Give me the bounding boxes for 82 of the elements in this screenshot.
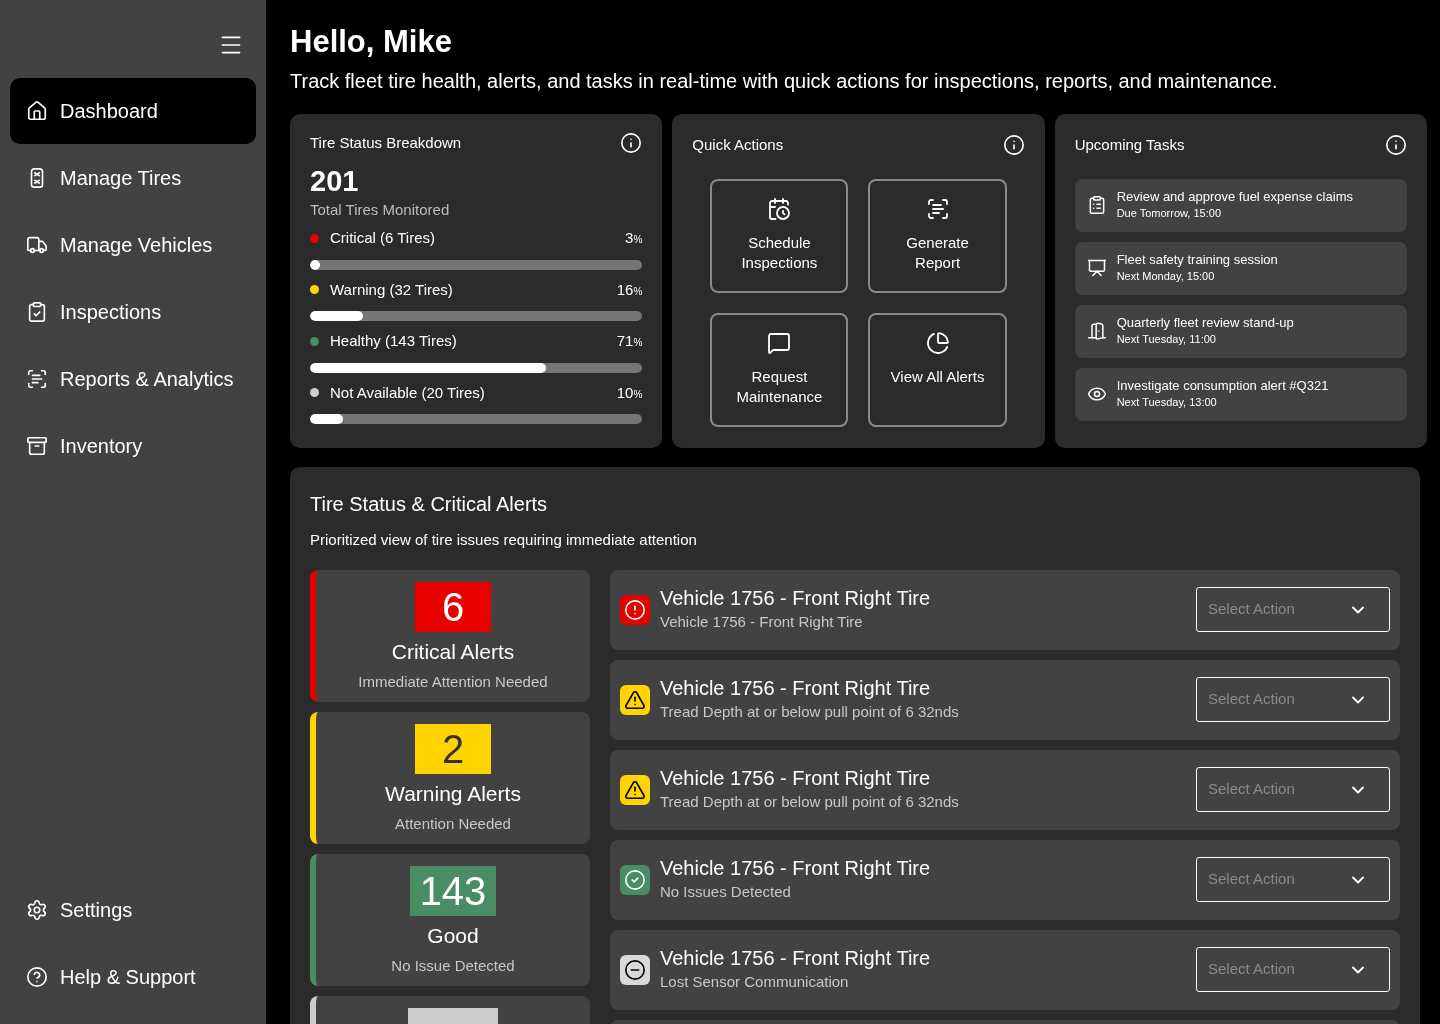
settings-icon [26, 899, 48, 921]
truck-icon [26, 234, 48, 256]
total-count: 201 [310, 163, 360, 199]
task-title: Fleet safety training session [1116, 251, 1278, 268]
alert-row[interactable]: Vehicle 1756 - Front Right Tire No Issues Detected Select Action [610, 839, 1400, 920]
nav-item[interactable]: Manage Tires [10, 145, 256, 211]
status-percent: 3% [625, 228, 643, 248]
info-icon[interactable] [620, 132, 643, 155]
pie-chart-icon [925, 330, 950, 355]
quick-action-button[interactable]: Generate Report [868, 178, 1007, 293]
status-label: Warning (32 Tires) [330, 279, 453, 300]
summary-sublabel: Immediate Attention Needed [358, 672, 548, 692]
presentation-icon [1086, 258, 1107, 278]
alert-detail: Vehicle 1756 - Front Right Tire [660, 612, 864, 633]
status-label: Not Available (20 Tires) [330, 382, 485, 403]
alert-detail: Tread Depth at or below pull point of 6 32nds [660, 702, 959, 723]
task-item[interactable]: Investigate consumption alert #Q321 Next Tuesday, 13:00 [1074, 367, 1407, 421]
house-icon [26, 100, 48, 122]
summary-label: Critical Alerts [391, 638, 515, 665]
task-time: Due Tomorrow, 15:00 [1116, 206, 1222, 221]
card-title: Quick Actions [692, 135, 784, 155]
nav-item[interactable]: Inventory [10, 413, 256, 479]
alert-detail: Lost Sensor Communication [660, 972, 850, 993]
task-title: Investigate consumption alert #Q321 [1116, 377, 1329, 394]
alert-title: Vehicle 1756 - Front Right Tire [660, 856, 931, 882]
nav-item[interactable]: Manage Vehicles [10, 212, 256, 278]
quick-action-button[interactable]: Schedule Inspections [710, 178, 849, 293]
task-item[interactable]: Review and approve fuel expense claims Due Tomorrow, 15:00 [1074, 178, 1407, 232]
panel-subtitle: Prioritized view of tire issues requiring immediate attention [310, 530, 698, 550]
help-icon [26, 966, 48, 988]
nav-item[interactable]: Settings [10, 877, 256, 943]
summary-label: Warning Alerts [385, 780, 521, 807]
total-label: Total Tires Monitored [310, 199, 451, 220]
count-badge: 2 [415, 723, 491, 774]
info-icon[interactable] [1385, 134, 1407, 157]
nav-item[interactable]: Reports & Analytics [10, 346, 256, 412]
nav-item[interactable]: Inspections [10, 279, 256, 345]
task-time: Next Monday, 15:00 [1116, 269, 1216, 284]
document-scan-icon [26, 368, 48, 390]
info-icon[interactable] [1002, 134, 1025, 157]
archive-box-icon [26, 435, 48, 457]
greeting-title: Hello, Mike [290, 23, 453, 61]
page-subtitle: Track fleet tire health, alerts, and tasks in real-time with quick actions for inspections, reports, and maintenance. [290, 69, 1279, 94]
task-title: Review and approve fuel expense claims [1116, 188, 1353, 205]
status-percent: 10% [616, 382, 643, 403]
door-icon [1086, 321, 1107, 341]
alert-title: Vehicle 1756 - Front Right Tire [660, 766, 932, 792]
alert-detail: No Issues Detected [660, 882, 792, 903]
eye-icon [1086, 384, 1107, 404]
alert-title: Vehicle 1756 - Front Right Tire [660, 676, 932, 702]
task-title: Quarterly fleet review stand-up [1116, 314, 1294, 331]
card-title: Tire Status Breakdown [310, 133, 462, 153]
task-item[interactable]: Fleet safety training session Next Monday, 15:00 [1074, 241, 1407, 295]
alert-row[interactable]: Vehicle 1756 - Front Right Tire Tread Depth at or below pull point of 6 32nds Select Action [610, 749, 1400, 830]
quick-action-button[interactable]: View All Alerts [868, 312, 1007, 427]
summary-label: Good [427, 922, 479, 949]
summary-sublabel: Attention Needed [395, 814, 511, 834]
panel-title: Tire Status & Critical Alerts [310, 492, 549, 517]
summary-sublabel: No Issue Detected [391, 956, 515, 976]
count-badge: 6 [415, 581, 491, 632]
alert-title: Vehicle 1756 - Front Right Tire [660, 946, 931, 972]
calendar-clock-icon [767, 196, 792, 221]
status-percent: 16% [616, 279, 643, 300]
alert-row[interactable]: Vehicle 1756 - Front Right Tire Vehicle 1756 - Front Right Tire Select Action [610, 569, 1400, 650]
status-percent: 71% [616, 331, 643, 351]
alert-row[interactable]: Vehicle 1756 - Front Right Tire Lost Sensor Communication Select Action [610, 929, 1400, 1010]
document-scan-icon [925, 196, 950, 221]
alert-title: Vehicle 1756 - Front Right Tire [660, 586, 931, 612]
clipboard-check-icon [26, 301, 48, 323]
task-time: Next Tuesday, 13:00 [1116, 395, 1218, 410]
status-label: Healthy (143 Tires) [330, 331, 457, 351]
alert-detail: Tread Depth at or below pull point of 6 32nds [660, 792, 959, 813]
message-icon [767, 330, 792, 355]
alert-row[interactable]: Vehicle 1756 - Front Right Tire Tread Depth at or below pull point of 6 32nds Select Action [610, 659, 1400, 740]
card-title: Upcoming Tasks [1074, 135, 1185, 155]
count-badge: 143 [409, 865, 497, 916]
task-time: Next Tuesday, 11:00 [1116, 332, 1217, 347]
nav-item[interactable]: Dashboard [10, 78, 256, 144]
quick-action-button[interactable]: Request Maintenance [710, 312, 849, 427]
task-item[interactable]: Quarterly fleet review stand-up Next Tuesday, 11:00 [1074, 304, 1407, 358]
nav-item[interactable]: Help & Support [10, 944, 256, 1010]
status-label: Critical (6 Tires) [330, 228, 435, 248]
